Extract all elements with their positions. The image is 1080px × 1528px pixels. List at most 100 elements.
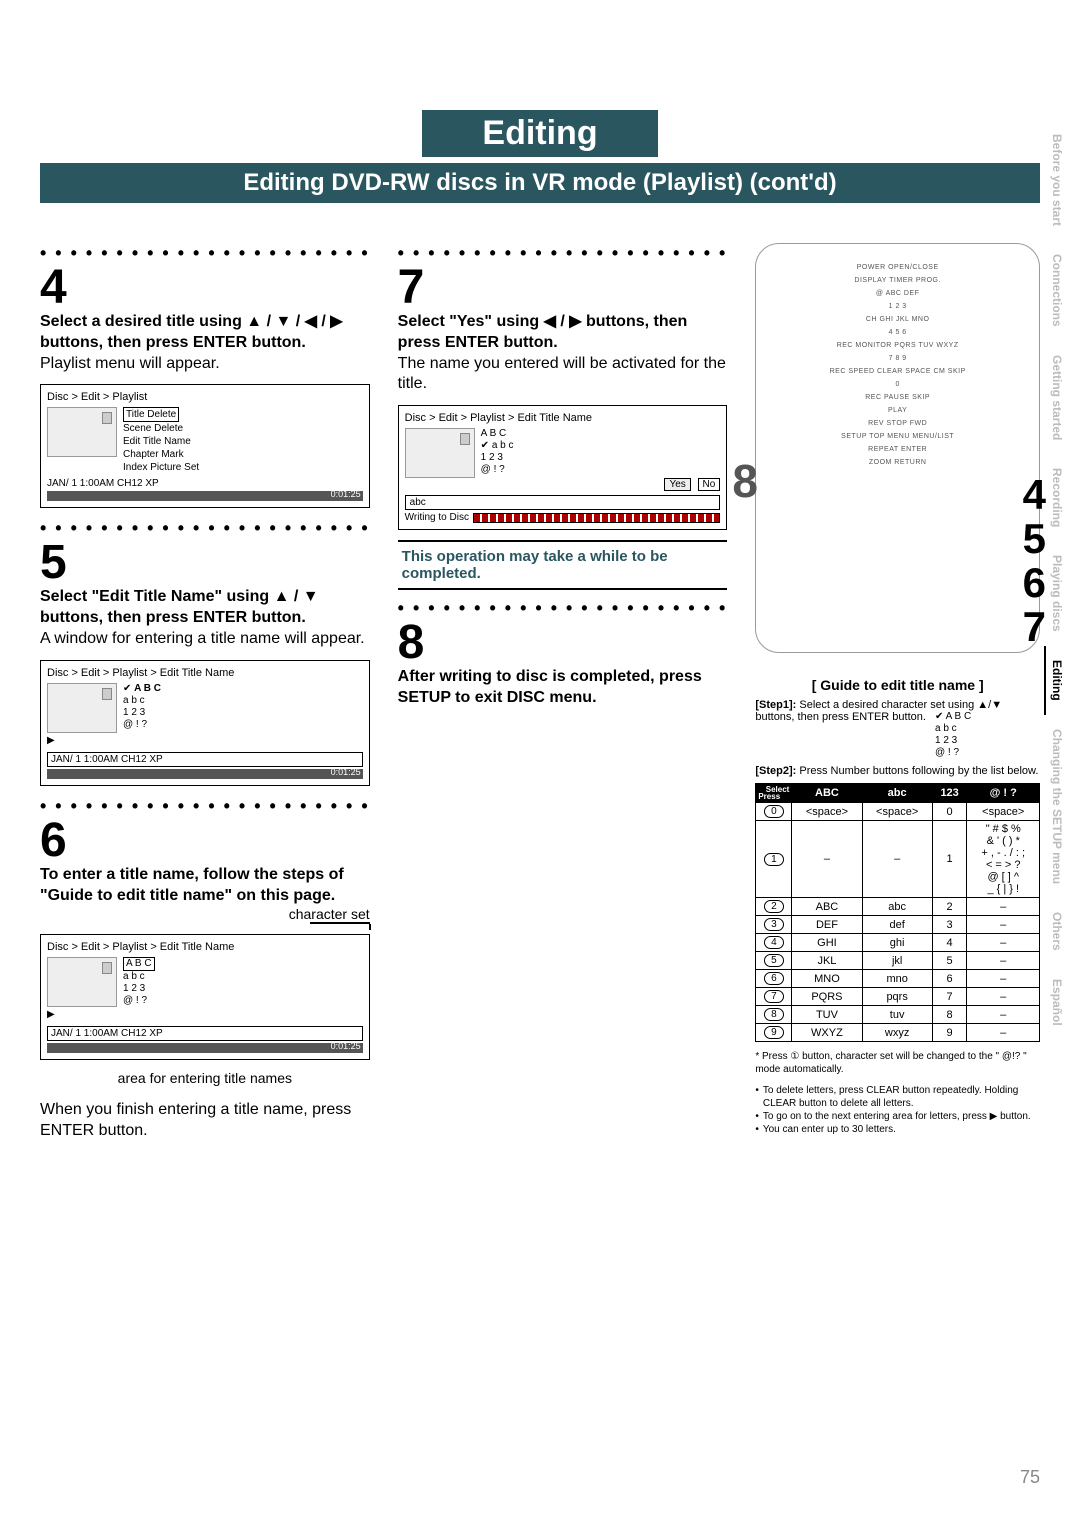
progress-label: 0:01:25 bbox=[331, 489, 361, 499]
divider-dots: • • • • • • • • • • • • • • • • • • • • … bbox=[40, 796, 370, 817]
side-tab: Before you start bbox=[1044, 120, 1066, 240]
divider-dots: • • • • • • • • • • • • • • • • • • • • … bbox=[40, 518, 370, 539]
side-tabs: Before you startConnectionsGetting start… bbox=[1044, 120, 1066, 1039]
side-tab: Getting started bbox=[1044, 341, 1066, 454]
table-cell: 8 bbox=[932, 1006, 967, 1024]
charset-sym: @ ! ? bbox=[935, 747, 971, 759]
footnote-item: To go on to the next entering area for l… bbox=[763, 1110, 1031, 1123]
table-cell: DEF bbox=[792, 916, 862, 934]
remote-row: REV STOP FWD bbox=[868, 420, 927, 427]
remote-callout-8: 8 bbox=[732, 454, 758, 508]
screen-breadcrumb: Disc > Edit > Playlist > Edit Title Name bbox=[47, 941, 363, 953]
screen-playlist-menu: Disc > Edit > Playlist Title Delete Scen… bbox=[40, 384, 370, 508]
progress-bar: 0:01:25 bbox=[47, 1043, 363, 1053]
arrows-row: ▶ bbox=[47, 733, 363, 748]
remote-row: @ ABC DEF bbox=[876, 290, 920, 297]
remote-row: CH GHI JKL MNO bbox=[866, 316, 930, 323]
charset-lower: a b c bbox=[935, 723, 971, 735]
table-cell: – bbox=[967, 952, 1040, 970]
screen-breadcrumb: Disc > Edit > Playlist bbox=[47, 391, 363, 403]
table-cell: – bbox=[792, 821, 862, 898]
charset-list: A B C a b c 1 2 3 @ ! ? bbox=[123, 957, 155, 1007]
menu-item: Edit Title Name bbox=[123, 435, 363, 448]
remote-row: REPEAT ENTER bbox=[868, 446, 927, 453]
pointer-line bbox=[310, 922, 370, 924]
step-8-bold: After writing to disc is completed, pres… bbox=[398, 668, 702, 706]
remote-callout-4: 4 bbox=[1023, 473, 1046, 517]
guide-step1-label: [Step1]: bbox=[755, 699, 796, 711]
table-key: 4 bbox=[756, 934, 792, 952]
remote-row: REC PAUSE SKIP bbox=[865, 394, 930, 401]
screen-breadcrumb: Disc > Edit > Playlist > Edit Title Name bbox=[405, 412, 721, 424]
table-cell: – bbox=[967, 898, 1040, 916]
table-cell: mno bbox=[862, 970, 932, 988]
remote-callout-7: 7 bbox=[1023, 605, 1046, 649]
step-4-number: 4 bbox=[40, 264, 370, 312]
table-cell: 2 bbox=[932, 898, 967, 916]
tbl-h-abc-l: abc bbox=[862, 784, 932, 803]
charset-num: 1 2 3 bbox=[123, 707, 161, 719]
table-cell: pqrs bbox=[862, 988, 932, 1006]
step-7-number: 7 bbox=[398, 264, 728, 312]
section-title-band: Editing bbox=[40, 110, 1040, 157]
progress-bar: 0:01:25 bbox=[47, 769, 363, 779]
table-row: 8TUVtuv8– bbox=[756, 1006, 1040, 1024]
step-7-text: The name you entered will be activated f… bbox=[398, 354, 728, 396]
table-cell: – bbox=[967, 988, 1040, 1006]
footnote-star: * Press ① button, character set will be … bbox=[755, 1050, 1040, 1076]
screen-thumbnail bbox=[405, 428, 475, 478]
charset-caps: A B C bbox=[123, 957, 155, 971]
step-5-number: 5 bbox=[40, 539, 370, 587]
table-cell: <space> bbox=[792, 803, 862, 821]
table-cell: def bbox=[862, 916, 932, 934]
table-key: 7 bbox=[756, 988, 792, 1006]
table-cell: – bbox=[967, 1006, 1040, 1024]
remote-callout-5: 5 bbox=[1023, 517, 1046, 561]
table-cell: – bbox=[967, 934, 1040, 952]
table-cell: TUV bbox=[792, 1006, 862, 1024]
charset-caps: A B C bbox=[481, 428, 514, 440]
table-cell: JKL bbox=[792, 952, 862, 970]
table-cell: ABC bbox=[792, 898, 862, 916]
divider-dots: • • • • • • • • • • • • • • • • • • • • … bbox=[398, 598, 728, 619]
screen-status: JAN/ 1 1:00AM CH12 XP bbox=[47, 478, 363, 489]
step-6-bold: To enter a title name, follow the steps … bbox=[40, 866, 344, 904]
side-tab: Playing discs bbox=[1044, 541, 1066, 646]
side-tab: Changing the SETUP menu bbox=[1044, 715, 1066, 898]
progress-label: 0:01:25 bbox=[331, 767, 361, 777]
charset-list: A B C ✔ a b c 1 2 3 @ ! ? bbox=[481, 428, 514, 478]
remote-row: 7 8 9 bbox=[889, 355, 907, 362]
screen-edit-title-2: Disc > Edit > Playlist > Edit Title Name… bbox=[40, 934, 370, 1060]
screen-thumbnail bbox=[47, 957, 117, 1007]
step-6-number: 6 bbox=[40, 817, 370, 865]
table-cell: WXYZ bbox=[792, 1024, 862, 1042]
remote-row: PLAY bbox=[888, 407, 907, 414]
table-cell: – bbox=[967, 1024, 1040, 1042]
screen-status: JAN/ 1 1:00AM CH12 XP bbox=[47, 752, 363, 767]
remote-row: DISPLAY TIMER PROG. bbox=[854, 277, 941, 284]
table-cell: tuv bbox=[862, 1006, 932, 1024]
table-cell: – bbox=[967, 916, 1040, 934]
side-tab: Editing bbox=[1044, 646, 1066, 715]
table-key: 2 bbox=[756, 898, 792, 916]
writing-progress bbox=[473, 513, 720, 523]
screen-menu-list: Title Delete Scene Delete Edit Title Nam… bbox=[123, 407, 363, 474]
yesno-row: Yes No bbox=[405, 478, 721, 491]
charset-lower: a b c bbox=[492, 440, 514, 451]
table-cell: PQRS bbox=[792, 988, 862, 1006]
table-key: 5 bbox=[756, 952, 792, 970]
arrows-row: ▶ bbox=[47, 1007, 363, 1022]
step-5-bold: Select "Edit Title Name" using ▲ / ▼ but… bbox=[40, 588, 319, 626]
screen-thumbnail bbox=[47, 683, 117, 733]
tbl-h-123: 123 bbox=[932, 784, 967, 803]
guide-step1-charsets: ✔ A B C a b c 1 2 3 @ ! ? bbox=[935, 711, 971, 759]
table-row: 9WXYZwxyz9– bbox=[756, 1024, 1040, 1042]
no-button: No bbox=[698, 478, 721, 491]
divider-dots: • • • • • • • • • • • • • • • • • • • • … bbox=[398, 243, 728, 264]
remote-diagram: POWER OPEN/CLOSEDISPLAY TIMER PROG.@ ABC… bbox=[755, 243, 1040, 653]
charset-list: ✔ A B C a b c 1 2 3 @ ! ? bbox=[123, 683, 161, 733]
table-cell: – bbox=[862, 821, 932, 898]
charset-table: SelectPress ABC abc 123 @ ! ? 0<space><s… bbox=[755, 783, 1040, 1042]
screen-edit-title-1: Disc > Edit > Playlist > Edit Title Name… bbox=[40, 660, 370, 786]
table-cell: 9 bbox=[932, 1024, 967, 1042]
